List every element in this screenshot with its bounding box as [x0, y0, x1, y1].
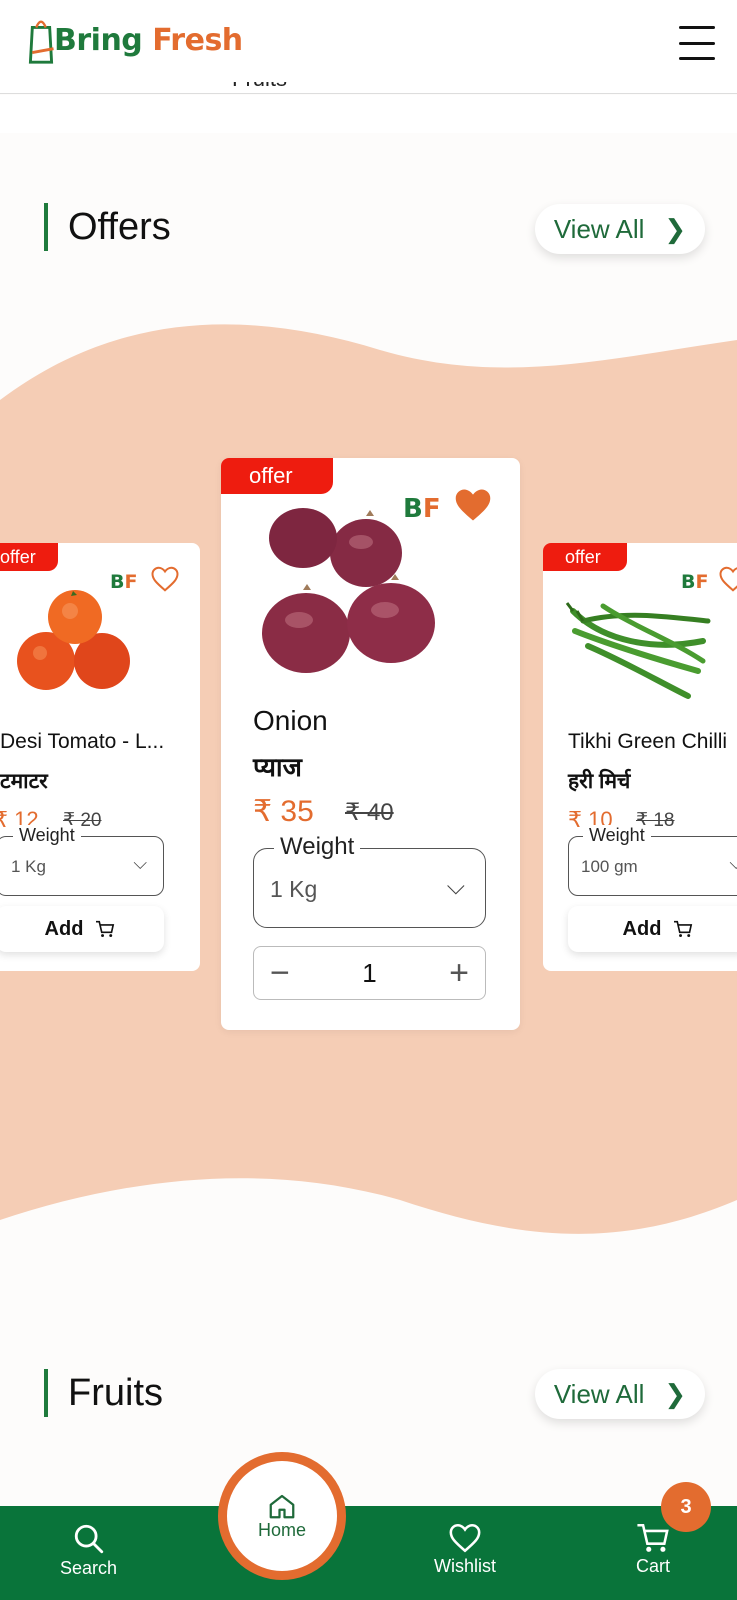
logo-bring-text: Bring	[54, 22, 143, 58]
scrolled-category-label: Fruits	[232, 82, 287, 94]
view-all-label: View All	[553, 1378, 645, 1409]
category-strip-bottom	[0, 95, 737, 133]
product-name: Tikhi Green Chilli	[568, 730, 728, 753]
heart-outline-icon[interactable]	[718, 565, 737, 593]
weight-value: 1 Kg	[11, 857, 46, 876]
chevron-right-icon: ❯	[664, 1378, 687, 1409]
search-icon	[74, 1524, 103, 1554]
offer-badge: offer	[0, 543, 58, 571]
hamburger-menu-icon[interactable]	[679, 26, 715, 60]
nav-home-label: Home	[257, 1519, 306, 1540]
chevron-down-icon: ⌵	[729, 853, 737, 873]
plus-icon[interactable]: +	[449, 954, 469, 993]
nav-cart-label: Cart	[636, 1556, 671, 1576]
chevron-down-icon: ⌵	[133, 853, 147, 873]
green-chilli-image	[565, 602, 711, 699]
cart-icon	[96, 920, 115, 938]
section-accent-bar	[44, 203, 48, 251]
quantity-stepper[interactable]: − 1 +	[253, 946, 486, 1000]
add-to-cart-button[interactable]: Add	[568, 906, 737, 952]
logo-fresh-text: Fresh	[152, 22, 243, 58]
weight-value: 100 gm	[581, 857, 638, 876]
product-card-green-chilli[interactable]: offer BF Tikhi Green Chilli हरी मिर्च ₹ …	[543, 543, 737, 971]
product-hindi-name: प्याज	[253, 752, 302, 782]
fruits-section-header: Fruits	[44, 1369, 163, 1417]
nav-cart[interactable]: Cart	[636, 1522, 670, 1577]
weight-value: 1 Kg	[270, 876, 318, 902]
chevron-right-icon: ❯	[664, 213, 687, 244]
weight-label: Weight	[274, 833, 361, 861]
cart-icon	[674, 920, 693, 938]
original-price: ₹ 40	[345, 799, 394, 826]
product-name: Desi Tomato - L...	[0, 730, 165, 753]
bf-brand-icon: BF	[681, 571, 709, 593]
onion-image	[262, 508, 435, 673]
cart-count-badge: 3	[661, 1482, 711, 1532]
weight-select[interactable]: Weight 100 gm ⌵	[568, 825, 737, 896]
nav-search[interactable]: Search	[60, 1522, 117, 1579]
bring-fresh-logo[interactable]: Bring Fresh	[28, 14, 243, 66]
offers-section-header: Offers	[44, 203, 171, 251]
nav-wishlist-label: Wishlist	[434, 1556, 496, 1576]
product-card-onion[interactable]: offer BF Onion प्याज ₹ 35 ₹ 40 Weight 1 …	[221, 458, 520, 1030]
add-label: Add	[44, 917, 84, 940]
view-all-label: View All	[553, 213, 645, 244]
chevron-down-icon: ⌵	[446, 873, 465, 900]
product-card-tomato[interactable]: offer BF Desi Tomato - L... टमाटर ₹ 12 ₹…	[0, 543, 200, 971]
nav-home[interactable]: Home	[218, 1452, 346, 1580]
offer-badge: offer	[221, 458, 333, 494]
add-label: Add	[622, 917, 662, 940]
product-hindi-name: टमाटर	[0, 770, 48, 793]
tomato-image	[17, 590, 130, 690]
minus-icon[interactable]: −	[270, 954, 290, 993]
product-hindi-name: हरी मिर्च	[568, 770, 631, 793]
weight-label: Weight	[13, 825, 81, 846]
fruits-view-all-button[interactable]: View All ❯	[535, 1369, 705, 1419]
cart-icon	[637, 1523, 669, 1552]
quantity-value: 1	[362, 957, 377, 988]
nav-search-label: Search	[60, 1558, 118, 1578]
nav-wishlist[interactable]: Wishlist	[434, 1522, 496, 1577]
weight-select[interactable]: Weight 1 Kg ⌵	[253, 833, 486, 928]
product-name: Onion	[253, 705, 328, 736]
heart-outline-icon[interactable]	[150, 565, 180, 593]
shopping-bag-icon	[28, 20, 54, 64]
offer-badge: offer	[543, 543, 627, 571]
weight-select[interactable]: Weight 1 Kg ⌵	[0, 825, 164, 896]
heart-icon	[449, 1523, 481, 1553]
offers-title: Offers	[68, 205, 171, 248]
section-accent-bar	[44, 1369, 48, 1417]
weight-label: Weight	[583, 825, 651, 846]
fruits-title: Fruits	[68, 1371, 163, 1414]
offers-view-all-button[interactable]: View All ❯	[535, 204, 705, 254]
offer-price: ₹ 35	[253, 795, 314, 828]
app-header: Bring Fresh	[0, 0, 737, 94]
heart-filled-icon[interactable]	[452, 486, 494, 524]
add-to-cart-button[interactable]: Add	[0, 906, 164, 952]
home-icon	[269, 1494, 295, 1518]
